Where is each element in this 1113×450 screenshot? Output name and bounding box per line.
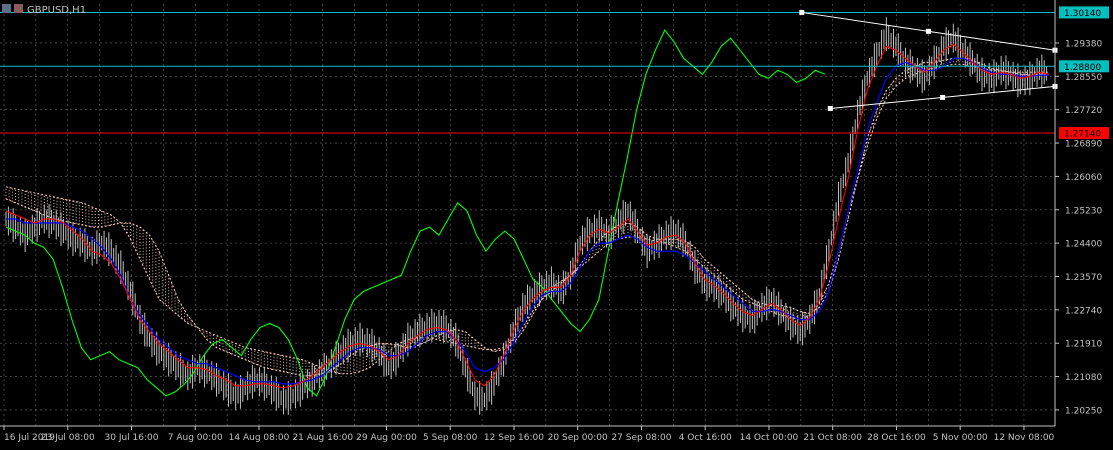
- x-tick-label: 14 Aug 08:00: [229, 433, 290, 443]
- y-tick-label: 1.28550: [1065, 73, 1102, 83]
- x-tick-label: 4 Oct 16:00: [679, 433, 732, 443]
- x-tick-label: 5 Nov 00:00: [933, 433, 988, 443]
- x-tick-label: 12 Nov 08:00: [994, 433, 1055, 443]
- chart-background: [0, 0, 1113, 446]
- x-tick-label: 12 Sep 16:00: [484, 433, 544, 443]
- symbol-title: GBPUSD,H1: [27, 5, 86, 16]
- y-tick-label: 1.23570: [1065, 273, 1102, 283]
- y-tick-label: 1.24400: [1065, 240, 1102, 250]
- y-tick-label: 1.26060: [1065, 173, 1102, 183]
- x-tick-label: 29 Aug 00:00: [356, 433, 417, 443]
- y-tick-label: 1.29380: [1065, 39, 1102, 49]
- price-label: 1.28800: [1064, 63, 1101, 73]
- y-tick-label: 1.22740: [1065, 306, 1102, 316]
- trendline-handle[interactable]: [940, 94, 946, 100]
- y-tick-label: 1.20250: [1065, 406, 1102, 416]
- x-tick-label: 21 Oct 08:00: [803, 433, 862, 443]
- price-label: 1.30140: [1064, 9, 1101, 19]
- chart-window[interactable]: 16 Jul 2019 23 Jul 08:00 30 Jul 16:00 7 Aug…: [0, 0, 1113, 446]
- trendline-handle[interactable]: [799, 9, 805, 15]
- x-tick-label: 28 Oct 16:00: [867, 433, 926, 443]
- y-tick-label: 1.21910: [1065, 340, 1102, 350]
- x-tick-label: 27 Sep 08:00: [611, 433, 671, 443]
- chart-properties-icon: [14, 4, 23, 13]
- y-tick-label: 1.21080: [1065, 373, 1102, 383]
- x-tick-label: 30 Jul 16:00: [105, 433, 159, 443]
- y-tick-label: 1.27720: [1065, 106, 1102, 116]
- price-label: 1.27140: [1064, 130, 1101, 140]
- x-tick-label: 5 Sep 08:00: [423, 433, 478, 443]
- trendline-handle[interactable]: [925, 28, 931, 34]
- y-tick-label: 1.25230: [1065, 206, 1102, 216]
- x-tick-label: 20 Sep 00:00: [548, 433, 608, 443]
- y-tick-label: 1.26890: [1065, 140, 1102, 150]
- x-tick-label: 21 Aug 16:00: [292, 433, 353, 443]
- trendline-handle[interactable]: [827, 105, 833, 111]
- price-chart[interactable]: 16 Jul 201923 Jul 08:00 30 Jul 16:00 7 Aug…: [0, 0, 1113, 446]
- chart-window-icon: [2, 4, 11, 13]
- x-tick-label: 14 Oct 00:00: [740, 433, 799, 443]
- x-tick-label: 7 Aug 00:00: [168, 433, 223, 443]
- x-tick-label: 23 Jul 08:00: [41, 433, 95, 443]
